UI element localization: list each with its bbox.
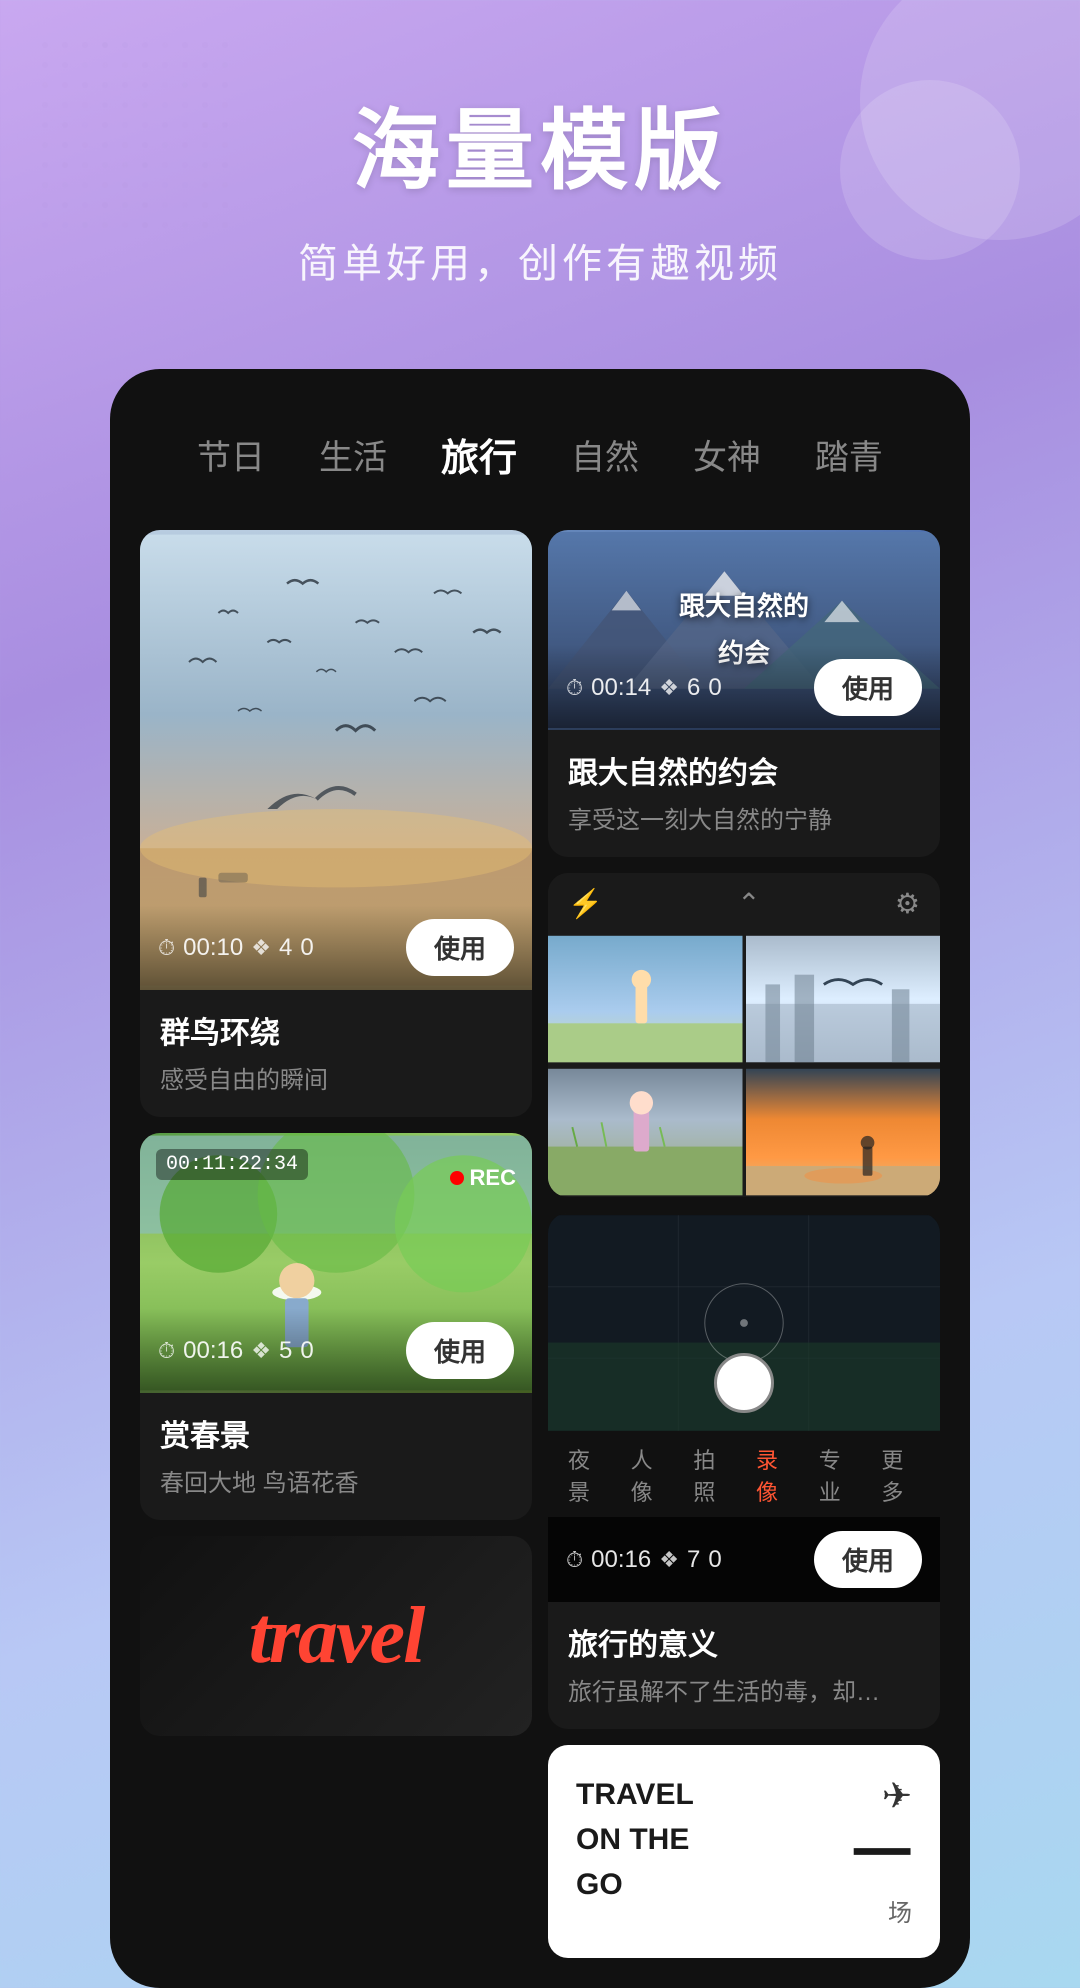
tab-nature[interactable]: 自然 <box>561 422 649 487</box>
card-nature-likes: 6 <box>687 674 700 702</box>
card-nature-comments: 0 <box>708 674 721 702</box>
phone-mockup: 节日 生活 旅行 自然 女神 踏青 <box>110 369 970 1988</box>
grid-photo-3 <box>548 1067 743 1197</box>
card-spring[interactable]: 00:11:22:34 REC ⏱ 00: <box>140 1133 532 1520</box>
clock-icon-camera: ⏱ <box>566 1547 583 1573</box>
tab-goddess[interactable]: 女神 <box>683 422 771 487</box>
mode-night[interactable]: 夜景 <box>568 1443 607 1507</box>
card-birds-info: 群鸟环绕 感受自由的瞬间 <box>140 990 532 1117</box>
camera-mode-bar: 夜景 人像 拍照 录像 专业 更多 <box>548 1433 940 1517</box>
card-birds-comments: 0 <box>300 934 313 962</box>
card-spring-desc: 春回大地 鸟语花香 <box>160 1463 512 1498</box>
phone-content: 节日 生活 旅行 自然 女神 踏青 <box>140 399 940 1958</box>
camera-card-meta: ⏱ 00:16 ❖ 7 0 <box>566 1546 802 1574</box>
tab-outing[interactable]: 踏青 <box>805 422 893 487</box>
spring-timecode: 00:11:22:34 <box>156 1149 308 1180</box>
card-birds-likes: 4 <box>279 934 292 962</box>
dots-pattern <box>40 40 240 240</box>
mode-video[interactable]: 录像 <box>756 1443 795 1507</box>
small-photo-grid: ⚡ ⌃ ⚙ <box>548 873 940 1197</box>
card-camera[interactable]: 夜景 人像 拍照 录像 专业 更多 ⏱ 00:16 ❖ <box>548 1213 940 1729</box>
card4-time: 00:16 <box>591 1546 651 1574</box>
rec-badge: REC <box>450 1165 516 1191</box>
card-spring-likes: 5 <box>279 1337 292 1365</box>
layers-icon: ❖ <box>251 935 271 961</box>
card-nature-use-btn[interactable]: 使用 <box>814 659 922 716</box>
card4-likes: 7 <box>687 1546 700 1574</box>
card4-use-btn[interactable]: 使用 <box>814 1531 922 1588</box>
card4-title: 旅行的意义 <box>568 1620 920 1664</box>
card-spring-info: 赏春景 春回大地 鸟语花香 <box>140 1393 532 1520</box>
travel-card-inner: TRAVEL ON THE GO ✈ 一 场 <box>548 1745 940 1958</box>
card-birds-meta: ⏱ 00:10 ❖ 4 0 <box>158 934 394 962</box>
category-tabs: 节日 生活 旅行 自然 女神 踏青 <box>140 399 940 510</box>
card4-info: 旅行的意义 旅行虽解不了生活的毒，却… <box>548 1602 940 1729</box>
tab-travel[interactable]: 旅行 <box>431 419 527 490</box>
camera-thumbnail <box>548 1213 940 1433</box>
grid-icon-bar: ⚡ ⌃ ⚙ <box>548 873 940 934</box>
card-birds-desc: 感受自由的瞬间 <box>160 1060 512 1095</box>
settings-icon: ⚙ <box>895 887 920 920</box>
flash-icon: ⚡ <box>568 887 603 920</box>
hero-section: 海量模版 简单好用，创作有趣视频 <box>0 0 1080 349</box>
travel-line-1: TRAVEL <box>576 1775 694 1814</box>
grid-photo-1 <box>548 934 743 1064</box>
airplane-icon: ✈ <box>882 1775 912 1817</box>
travel-line-2: ON THE <box>576 1820 694 1859</box>
spring-card-top-bar: 00:11:22:34 REC <box>140 1149 532 1180</box>
clock-icon: ⏱ <box>158 935 175 961</box>
card-nature-meta: ⏱ 00:14 ❖ 6 0 <box>566 674 802 702</box>
layers-icon-camera: ❖ <box>659 1547 679 1573</box>
card-birds-overlay: ⏱ 00:10 ❖ 4 0 使用 <box>140 905 532 990</box>
card-spring-use-btn[interactable]: 使用 <box>406 1322 514 1379</box>
card-spring-overlay: ⏱ 00:16 ❖ 5 0 使用 <box>140 1308 532 1393</box>
mode-photo[interactable]: 拍照 <box>693 1443 732 1507</box>
travel-text-block: TRAVEL ON THE GO <box>576 1775 694 1904</box>
clock-icon-spring: ⏱ <box>158 1338 175 1364</box>
card-spring-title: 赏春景 <box>160 1411 512 1455</box>
tab-holiday[interactable]: 节日 <box>187 422 275 487</box>
card-nature-overlay: ⏱ 00:14 ❖ 6 0 使用 <box>548 645 940 730</box>
card-birds-use-btn[interactable]: 使用 <box>406 919 514 976</box>
card-nature[interactable]: 跟大自然的约会 ⏱ 00:14 ❖ 6 0 <box>548 530 940 857</box>
layers-icon-spring: ❖ <box>251 1338 271 1364</box>
flip-icon: ⌃ <box>737 887 760 920</box>
card-birds-title: 群鸟环绕 <box>160 1008 512 1052</box>
travel-word-text: travel <box>249 1591 424 1682</box>
layers-icon-nature: ❖ <box>659 675 679 701</box>
clock-icon-nature: ⏱ <box>566 675 583 701</box>
mode-more[interactable]: 更多 <box>881 1443 920 1507</box>
grid-photo-2 <box>746 934 941 1064</box>
tab-life[interactable]: 生活 <box>309 422 397 487</box>
card-travel-word[interactable]: travel <box>140 1536 532 1736</box>
grid-photo-4 <box>746 1067 941 1197</box>
card-nature-title: 跟大自然的约会 <box>568 748 920 792</box>
travel-number: 一 <box>852 1825 912 1885</box>
card-travel-text[interactable]: TRAVEL ON THE GO ✈ 一 场 <box>548 1745 940 1958</box>
mode-pro[interactable]: 专业 <box>819 1443 858 1507</box>
card4-desc: 旅行虽解不了生活的毒，却… <box>568 1672 920 1707</box>
card-spring-time: 00:16 <box>183 1337 243 1365</box>
card-nature-time: 00:14 <box>591 674 651 702</box>
card-nature-info: 跟大自然的约会 享受这一刻大自然的宁静 <box>548 730 940 857</box>
card-spring-comments: 0 <box>300 1337 313 1365</box>
card-nature-thumbnail: 跟大自然的约会 ⏱ 00:14 ❖ 6 0 <box>548 530 940 730</box>
card-spring-meta: ⏱ 00:16 ❖ 5 0 <box>158 1337 394 1365</box>
card-birds-thumbnail: ⏱ 00:10 ❖ 4 0 使用 <box>140 530 532 990</box>
camera-card-overlay: ⏱ 00:16 ❖ 7 0 使用 <box>548 1517 940 1602</box>
camera-shutter[interactable] <box>714 1353 774 1413</box>
mode-portrait[interactable]: 人像 <box>631 1443 670 1507</box>
decor-circle-2 <box>840 80 1020 260</box>
card-birds[interactable]: ⏱ 00:10 ❖ 4 0 使用 群鸟环绕 感受自由 <box>140 530 532 1117</box>
travel-line-3: GO <box>576 1865 694 1904</box>
card4-comments: 0 <box>708 1546 721 1574</box>
travel-sub: 场 <box>888 1893 912 1928</box>
card-birds-time: 00:10 <box>183 934 243 962</box>
card-nature-desc: 享受这一刻大自然的宁静 <box>568 800 920 835</box>
card-spring-thumbnail: 00:11:22:34 REC ⏱ 00: <box>140 1133 532 1393</box>
